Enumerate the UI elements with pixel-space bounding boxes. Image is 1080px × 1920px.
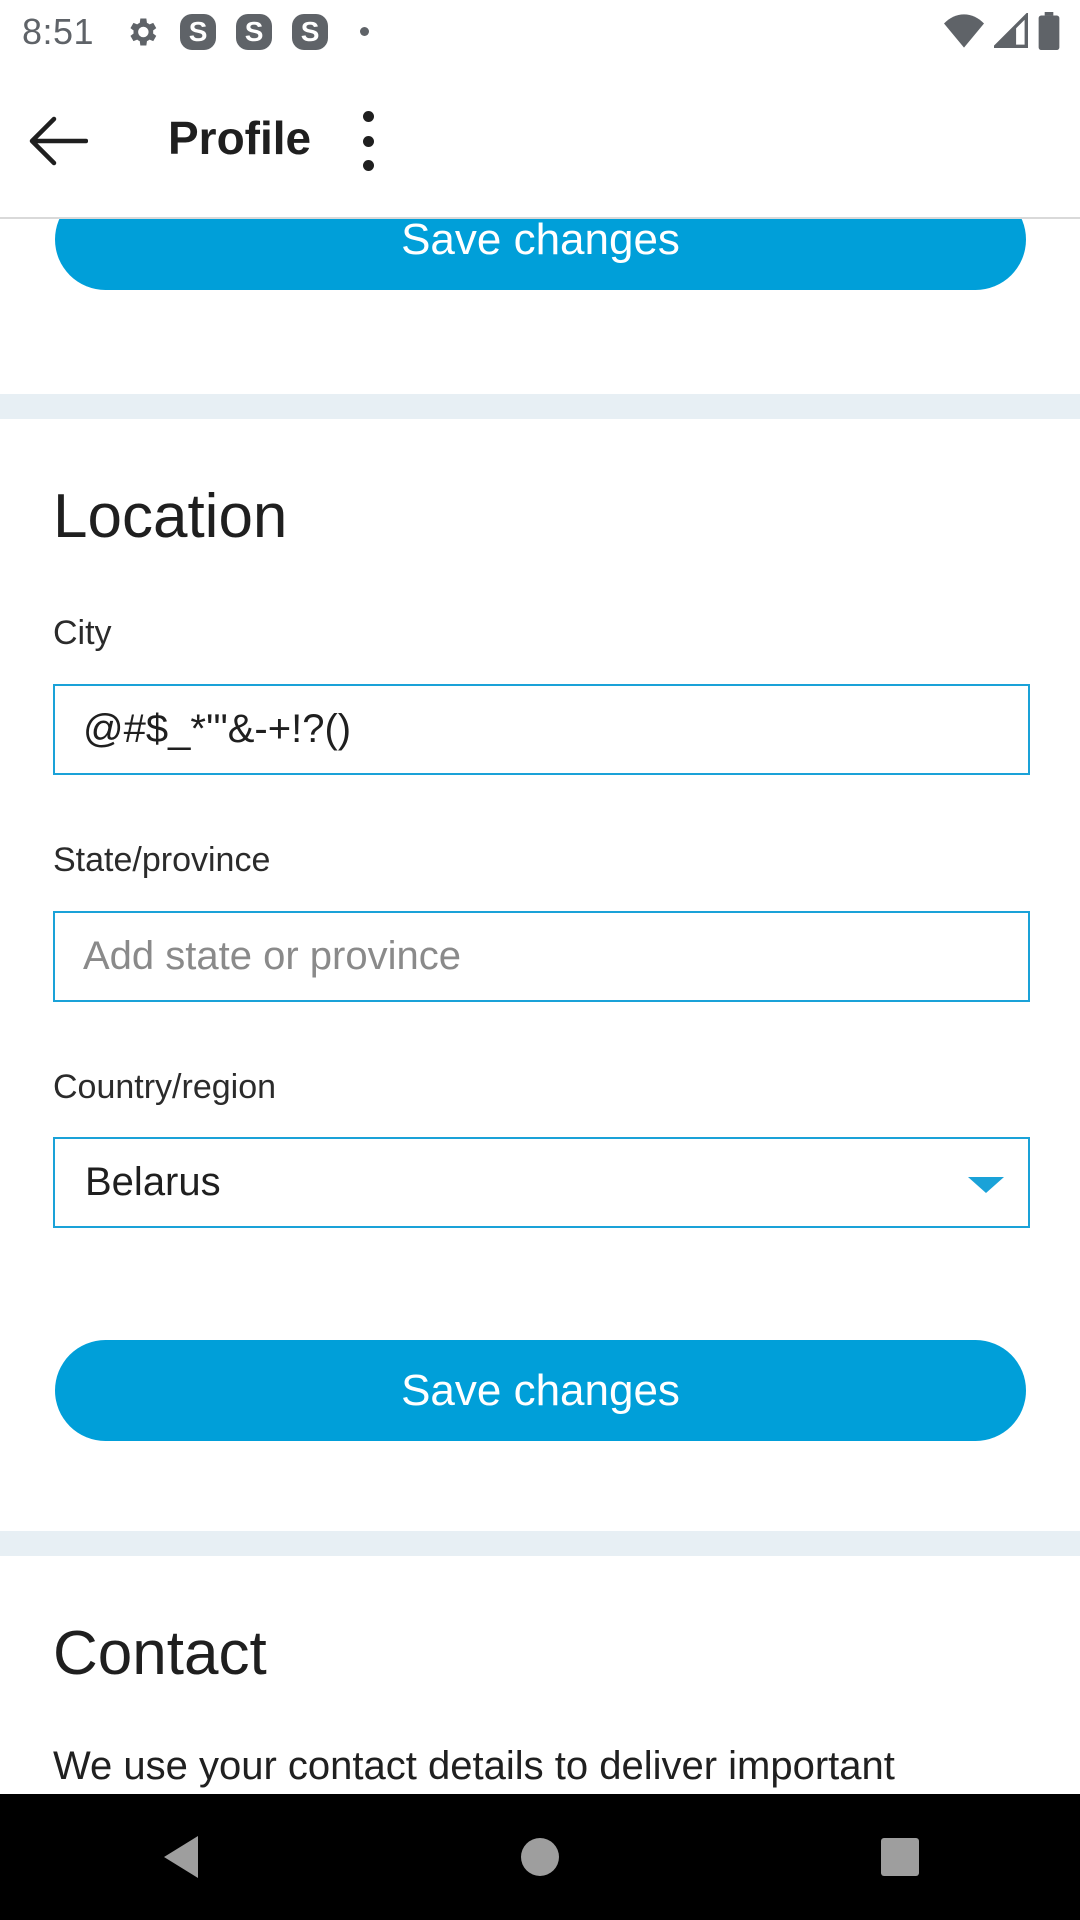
screen: 8:51 S S S Profile Save changes Location… [0,0,1080,1920]
more-vertical-icon [362,111,374,122]
state-province-input[interactable]: Add state or province [53,911,1030,1002]
system-nav-bar [0,1794,1080,1920]
app-bar: Profile [0,63,1080,219]
back-button[interactable] [26,113,89,169]
save-changes-button-top[interactable]: Save changes [55,219,1026,290]
back-triangle-icon [164,1836,198,1878]
status-time: 8:51 [22,10,95,52]
nav-back-button[interactable] [120,1797,240,1917]
arrow-left-icon [29,116,89,166]
section-divider [0,1531,1080,1556]
contact-description: We use your contact details to deliver i… [53,1744,895,1788]
s-app-icon: S [236,13,273,50]
more-notifications-dot-icon [360,27,370,36]
more-options-button[interactable] [356,111,380,171]
country-region-label: Country/region [53,1068,277,1106]
page-title: Profile [168,112,312,164]
wifi-icon [944,14,984,48]
nav-recents-button[interactable] [840,1797,960,1917]
battery-icon [1038,12,1060,50]
home-circle-icon [521,1838,559,1876]
save-changes-button-location[interactable]: Save changes [55,1340,1026,1441]
status-bar: 8:51 S S S [0,0,1080,63]
city-input[interactable]: @#$_*'"&-+!?() [53,684,1030,775]
system-icons [944,12,1060,50]
s-app-icon: S [180,13,217,50]
section-divider [0,394,1080,419]
profile-content[interactable]: Save changes Location City @#$_*'"&-+!?(… [0,219,1080,1794]
s-app-icon: S [292,13,329,50]
country-region-select[interactable]: Belarus [53,1137,1030,1228]
city-label: City [53,614,112,652]
contact-section-title: Contact [53,1619,267,1688]
dropdown-caret-icon [968,1177,1004,1193]
notification-icons: S S S [124,13,370,50]
signal-icon [994,13,1028,48]
settings-icon [130,18,157,45]
location-section-title: Location [53,482,288,551]
recents-square-icon [881,1838,919,1876]
state-province-label: State/province [53,841,271,879]
country-region-value: Belarus [85,1160,221,1204]
nav-home-button[interactable] [480,1797,600,1917]
